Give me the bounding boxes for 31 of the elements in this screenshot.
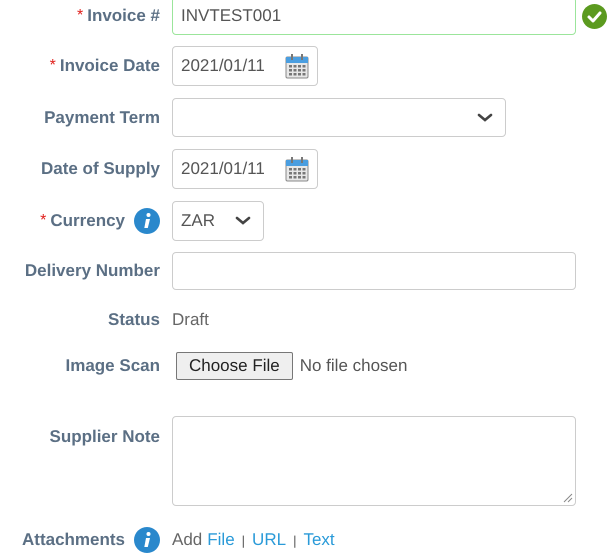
field-label: Date of Supply bbox=[40, 159, 160, 179]
required-asterisk: * bbox=[40, 212, 46, 230]
field-label: Invoice # bbox=[87, 6, 160, 26]
required-asterisk: * bbox=[50, 57, 56, 75]
field-label: Delivery Number bbox=[24, 261, 160, 281]
field-label: Invoice Date bbox=[60, 56, 160, 76]
field-label: Status bbox=[108, 310, 160, 330]
date-field[interactable]: 2021/01/11 bbox=[172, 149, 318, 189]
info-icon[interactable] bbox=[134, 527, 160, 553]
chevron-down-icon bbox=[235, 216, 251, 226]
calendar-icon[interactable] bbox=[285, 156, 309, 182]
field-label: Payment Term bbox=[44, 108, 160, 128]
chevron-down-icon bbox=[477, 112, 493, 122]
choose-file-button[interactable]: Choose File bbox=[176, 352, 293, 380]
field-label: Currency bbox=[50, 211, 125, 231]
field-label: Image Scan bbox=[66, 356, 160, 376]
currency-dropdown[interactable]: ZAR bbox=[172, 201, 264, 241]
field-label: Supplier Note bbox=[49, 427, 160, 447]
required-asterisk: * bbox=[77, 7, 84, 25]
separator: | bbox=[293, 532, 296, 548]
info-icon[interactable] bbox=[134, 208, 160, 234]
separator: | bbox=[242, 532, 246, 548]
status-value: Draft bbox=[172, 310, 209, 330]
calendar-icon[interactable] bbox=[285, 53, 309, 79]
text-field[interactable] bbox=[172, 252, 576, 290]
resize-handle-icon[interactable] bbox=[563, 493, 573, 503]
file-status-text: No file chosen bbox=[300, 356, 408, 376]
add-label: Add bbox=[172, 530, 202, 550]
field-label: Attachments bbox=[22, 530, 125, 550]
date-field[interactable]: 2021/01/11 bbox=[172, 46, 318, 86]
text-field[interactable]: INVTEST001 bbox=[172, 0, 576, 35]
